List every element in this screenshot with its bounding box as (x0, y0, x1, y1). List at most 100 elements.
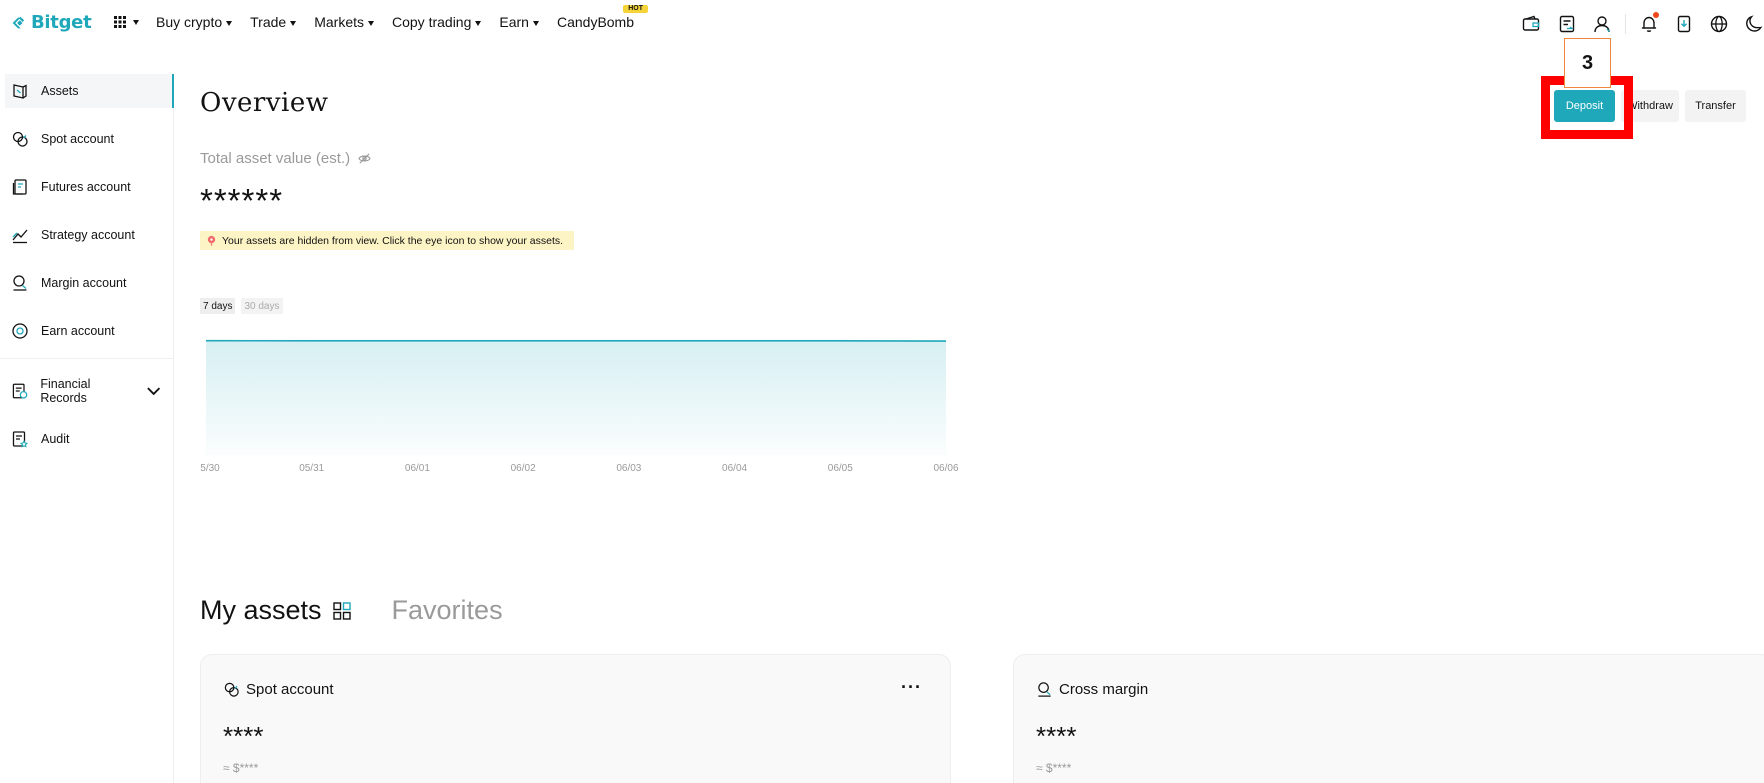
nav-buy-crypto-label: Buy crypto (156, 14, 223, 30)
chevron-down-icon (133, 19, 139, 25)
orders-icon[interactable] (1556, 13, 1578, 35)
info-alert-icon (207, 235, 216, 246)
globe-icon[interactable] (1708, 13, 1730, 35)
chevron-down-icon (226, 20, 233, 26)
chevron-down-icon (290, 20, 297, 26)
chart-x-tick-label: 06/04 (722, 463, 747, 474)
chart-x-tick-label: 05/31 (299, 463, 324, 474)
tab-favorites[interactable]: Favorites (392, 595, 503, 626)
hidden-assets-notice: Your assets are hidden from view. Click … (200, 231, 575, 250)
nav-copy-trading-label: Copy trading (392, 14, 472, 30)
chart-area-fill (206, 340, 946, 455)
card-title: Spot account (246, 681, 334, 698)
sidebar-item-audit[interactable]: Audit (5, 422, 174, 456)
futures-account-icon (12, 179, 27, 195)
sidebar-item-label: Spot account (41, 132, 114, 146)
sidebar-item-assets[interactable]: Assets (5, 74, 174, 108)
nav-markets[interactable]: Markets (314, 14, 374, 30)
chevron-down-icon (475, 20, 482, 26)
eye-hidden-icon[interactable] (358, 152, 371, 165)
margin-account-icon (13, 275, 27, 291)
sidebar-item-label: Audit (41, 432, 70, 446)
total-asset-label-text: Total asset value (est.) (200, 150, 351, 167)
earn-account-icon (12, 323, 28, 339)
sidebar-item-futures-account[interactable]: Futures account (5, 170, 174, 204)
chevron-down-icon (368, 20, 374, 26)
my-assets-heading: My assets Favorites (200, 595, 503, 626)
nav-trade-label: Trade (250, 14, 287, 30)
sidebar-item-label: Financial Records (40, 377, 91, 405)
hot-badge: HOT (623, 5, 649, 13)
sidebar-item-label: Futures account (41, 180, 131, 194)
wallet-icon[interactable] (1520, 13, 1542, 35)
strategy-account-icon (12, 229, 28, 244)
bitget-logo[interactable]: Bitget (9, 12, 92, 33)
sidebar-item-spot-account[interactable]: Spot account (5, 122, 174, 156)
hidden-assets-notice-text: Your assets are hidden from view. Click … (222, 234, 564, 247)
total-asset-label: Total asset value (est.) (200, 150, 371, 167)
download-icon[interactable] (1673, 13, 1695, 35)
nav-copy-trading[interactable]: Copy trading (392, 14, 482, 30)
chart-x-tick-label: 06/05 (828, 463, 853, 474)
withdraw-button[interactable]: Withdraw (1621, 90, 1679, 122)
asset-value-chart: 5/30 05/31 06/01 06/02 06/03 06/04 06/05 06/06 (196, 335, 966, 475)
chart-x-tick-label: 5/30 (200, 463, 220, 474)
nav-candybomb-label: CandyBomb (556, 14, 635, 30)
spot-account-icon (224, 682, 239, 697)
card-header: Cross margin (1036, 681, 1148, 698)
annotation-step-number: 3 (1564, 38, 1611, 88)
sidebar-item-earn-account[interactable]: Earn account (5, 314, 174, 348)
nav-right-icons (1520, 12, 1764, 35)
page-title: Overview (200, 88, 329, 118)
card-value: **** (1036, 721, 1077, 751)
deposit-button[interactable]: Deposit (1554, 90, 1615, 122)
nav-buy-crypto[interactable]: Buy crypto (156, 14, 233, 30)
spot-account-icon (12, 131, 28, 147)
tab-7-days[interactable]: 7 days (200, 298, 236, 314)
sidebar-item-financial-records[interactable]: Financial Records (5, 374, 174, 408)
card-value: **** (223, 721, 264, 751)
more-options-button[interactable]: ··· (901, 677, 922, 698)
nav-trade[interactable]: Trade (250, 14, 297, 30)
grid-view-icon[interactable] (332, 601, 352, 621)
chart-x-tick-label: 06/06 (933, 463, 958, 474)
action-buttons: Deposit Withdraw Transfer (1554, 90, 1746, 122)
transfer-button[interactable]: Transfer (1685, 90, 1746, 122)
notification-dot (1653, 12, 1659, 18)
card-approx-value: ≈ $**** (1036, 761, 1072, 775)
chevron-down-icon (146, 387, 160, 396)
audit-icon (12, 431, 29, 448)
assets-icon (13, 84, 27, 99)
top-navigation: Bitget Buy crypto Trade Markets Copy tra… (0, 0, 1764, 48)
tab-30-days[interactable]: 30 days (241, 298, 283, 314)
sidebar-item-label: Earn account (41, 324, 115, 338)
nav-divider (1625, 14, 1626, 34)
chart-x-tick-label: 06/03 (616, 463, 641, 474)
cross-margin-card[interactable]: Cross margin **** ≈ $**** (1013, 654, 1764, 783)
card-header: Spot account (223, 681, 334, 698)
sidebar-item-margin-account[interactable]: Margin account (5, 266, 174, 300)
card-approx-value: ≈ $**** (223, 761, 259, 775)
sidebar-divider (0, 358, 174, 359)
sidebar: Assets Spot account Futures account Stra… (0, 74, 174, 783)
sidebar-item-label: Assets (41, 84, 79, 98)
spot-account-card[interactable]: Spot account ··· **** ≈ $**** (200, 654, 951, 783)
card-title: Cross margin (1059, 681, 1149, 698)
asset-value-chart-svg: 5/30 05/31 06/01 06/02 06/03 06/04 06/05 06/06 (200, 339, 959, 474)
chart-x-tick-label: 06/01 (405, 463, 430, 474)
nav-markets-label: Markets (314, 14, 364, 30)
bell-icon[interactable] (1638, 12, 1660, 35)
nav-earn[interactable]: Earn (499, 14, 539, 30)
sidebar-item-label: Strategy account (41, 228, 135, 242)
apps-menu-button[interactable] (114, 16, 139, 28)
nav-candybomb[interactable]: CandyBomb HOT (556, 5, 649, 30)
moon-icon[interactable] (1743, 13, 1764, 35)
sidebar-item-label: Margin account (41, 276, 127, 290)
financial-records-icon (12, 383, 28, 399)
chevron-down-icon (532, 20, 539, 26)
nav-earn-label: Earn (499, 14, 529, 30)
user-icon[interactable] (1591, 13, 1613, 35)
bitget-logo-icon (12, 16, 25, 28)
apps-grid-icon (114, 16, 126, 28)
sidebar-item-strategy-account[interactable]: Strategy account (5, 218, 174, 252)
